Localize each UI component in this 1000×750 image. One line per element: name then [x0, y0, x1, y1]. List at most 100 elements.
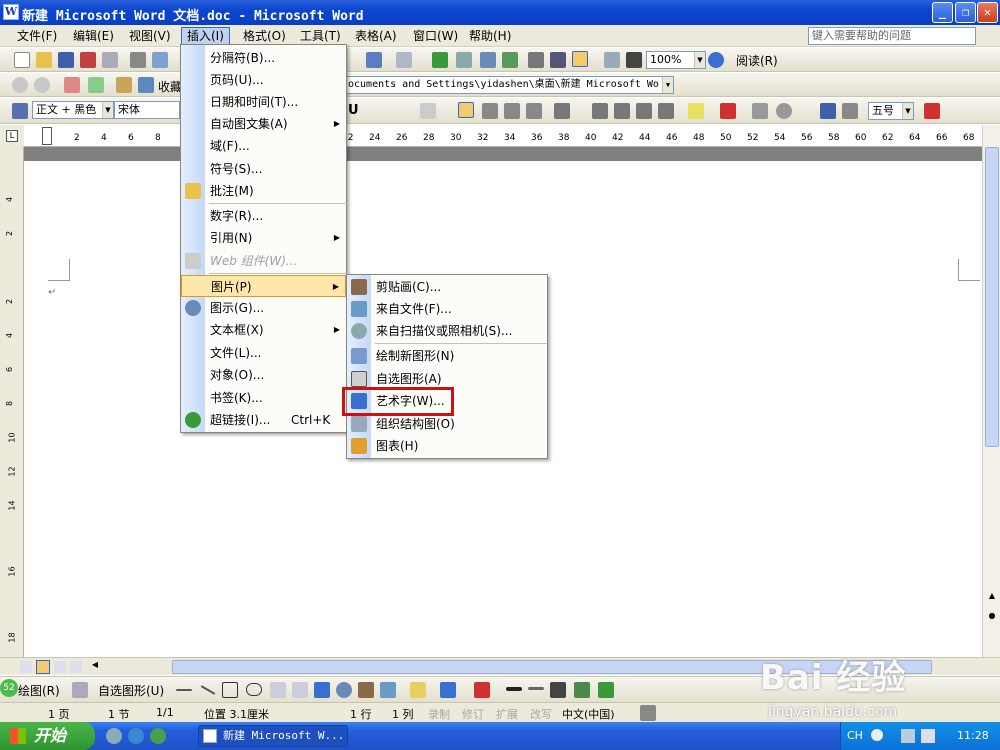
vertical-scrollbar[interactable]: ▲ ●	[982, 125, 1000, 657]
menu-item-from-file[interactable]: 来自文件(F)...	[347, 298, 547, 320]
title-bar[interactable]: W 新建 Microsoft Word 文档.doc - Microsoft W…	[0, 0, 1000, 25]
select-browse-object-icon[interactable]: ●	[985, 611, 999, 625]
zoom-select[interactable]: 100% ▼	[646, 51, 706, 69]
phonetic-guide-icon[interactable]	[752, 103, 768, 119]
menu-format[interactable]: 格式(O)	[238, 27, 291, 45]
menu-item-org-chart[interactable]: 组织结构图(O)	[347, 413, 547, 435]
chevron-down-icon[interactable]: ▼	[102, 102, 113, 118]
menu-view[interactable]: 视图(V)	[124, 27, 176, 45]
character-scale-icon[interactable]	[420, 103, 436, 119]
redo-icon[interactable]	[396, 52, 412, 68]
menu-item-number[interactable]: 数字(R)...	[181, 205, 346, 227]
menu-item-picture[interactable]: 图片(P) ▶	[181, 275, 346, 297]
task-word-document[interactable]: 新建 Microsoft W...	[198, 725, 348, 747]
menu-table[interactable]: 表格(A)	[350, 27, 402, 45]
quicklaunch-icon[interactable]	[106, 728, 122, 744]
chevron-down-icon[interactable]: ▼	[902, 103, 913, 119]
start-button[interactable]: 开始	[0, 722, 95, 750]
arrow-icon[interactable]	[200, 685, 216, 695]
scroll-left-icon[interactable]: ◀	[88, 660, 102, 674]
menu-item-autotext[interactable]: 自动图文集(A) ▶	[181, 113, 346, 135]
email-icon[interactable]	[102, 52, 118, 68]
home-icon[interactable]	[116, 77, 132, 93]
network-icon[interactable]	[901, 729, 915, 743]
insert-excel-icon[interactable]	[502, 52, 518, 68]
search-web-icon[interactable]	[138, 77, 154, 93]
chevron-down-icon[interactable]: ▼	[694, 52, 705, 68]
font-color-icon[interactable]	[924, 103, 940, 119]
help-tray-icon[interactable]	[871, 729, 883, 741]
menu-item-reference[interactable]: 引用(N) ▶	[181, 227, 346, 249]
line-icon[interactable]	[176, 689, 192, 691]
new-document-icon[interactable]	[14, 52, 30, 68]
outline-view-icon[interactable]	[54, 661, 66, 673]
diagram-icon[interactable]	[336, 682, 352, 698]
menu-file[interactable]: 文件(F)	[12, 27, 62, 45]
status-trk[interactable]: 修订	[462, 706, 484, 722]
insert-picture-icon[interactable]	[380, 682, 396, 698]
font-color-icon[interactable]	[474, 682, 490, 698]
prev-page-icon[interactable]: ▲	[985, 591, 999, 605]
minimize-button[interactable]: _	[932, 2, 953, 23]
menu-item-diagram[interactable]: 图示(G)...	[181, 297, 346, 319]
clipart-icon[interactable]	[358, 682, 374, 698]
line-style-icon[interactable]	[506, 687, 522, 691]
style-select[interactable]: 正文 + 黑色 ▼	[32, 101, 114, 119]
draw-menu-button[interactable]: 绘图(R)	[18, 682, 60, 699]
spelling-status-icon[interactable]	[640, 705, 656, 721]
menu-item-textbox[interactable]: 文本框(X) ▶	[181, 319, 346, 341]
horizontal-ruler[interactable]: 2 4 6 8 22 24 26 28 30 32 34 36 38 40 42…	[24, 125, 982, 147]
print-preview-icon[interactable]	[152, 52, 168, 68]
indent-marker[interactable]	[42, 127, 52, 145]
shadow-icon[interactable]	[574, 682, 590, 698]
open-folder-icon[interactable]	[36, 52, 52, 68]
language-indicator[interactable]: CH	[847, 729, 863, 742]
menu-item-clipart[interactable]: 剪贴画(C)...	[347, 276, 547, 298]
align-center-icon[interactable]	[482, 103, 498, 119]
line-spacing-icon[interactable]	[554, 103, 570, 119]
help-icon[interactable]	[708, 52, 724, 68]
close-button[interactable]: ✕	[977, 2, 998, 23]
tables-borders-icon[interactable]	[456, 52, 472, 68]
menu-insert[interactable]: 插入(I)	[181, 27, 230, 45]
highlight-icon[interactable]	[688, 103, 704, 119]
menu-help[interactable]: 帮助(H)	[464, 27, 516, 45]
show-hide-icon[interactable]	[604, 52, 620, 68]
ie-icon[interactable]	[128, 728, 144, 744]
menu-item-from-scanner[interactable]: 来自扫描仪或照相机(S)...	[347, 320, 547, 342]
font-color-icon[interactable]	[720, 103, 736, 119]
save-icon[interactable]	[58, 52, 74, 68]
menu-window[interactable]: 窗口(W)	[408, 27, 463, 45]
wordart-icon[interactable]	[314, 682, 330, 698]
tab-selector[interactable]: L	[0, 125, 24, 147]
rectangle-icon[interactable]	[222, 682, 238, 698]
columns-icon[interactable]	[528, 52, 544, 68]
back-icon[interactable]	[12, 77, 28, 93]
underline-icon[interactable]: U	[348, 103, 359, 118]
fill-color-icon[interactable]	[410, 682, 426, 698]
address-field[interactable]: ocuments and Settings\yidashen\桌面\新建 Mic…	[344, 76, 674, 94]
oval-icon[interactable]	[246, 683, 262, 696]
insert-hyperlink-icon[interactable]	[432, 52, 448, 68]
reading-view-icon[interactable]	[70, 661, 82, 673]
status-rec[interactable]: 录制	[428, 706, 450, 722]
3d-style-icon[interactable]	[598, 682, 614, 698]
read-button[interactable]: 阅读(R)	[736, 52, 778, 69]
menu-edit[interactable]: 编辑(E)	[68, 27, 119, 45]
align-justify-icon[interactable]	[458, 102, 474, 118]
increase-indent-icon[interactable]	[658, 103, 674, 119]
decrease-indent-icon[interactable]	[636, 103, 652, 119]
print-layout-icon[interactable]	[36, 660, 50, 674]
menu-item-field[interactable]: 域(F)...	[181, 135, 346, 157]
print-icon[interactable]	[842, 103, 858, 119]
numbering-icon[interactable]	[592, 103, 608, 119]
autoshapes-button[interactable]: 自选图形(U)	[98, 682, 164, 699]
normal-view-icon[interactable]	[20, 661, 32, 673]
status-ovr[interactable]: 改写	[530, 706, 552, 722]
status-ext[interactable]: 扩展	[496, 706, 518, 722]
document-map-icon[interactable]	[572, 51, 588, 67]
menu-item-comment[interactable]: 批注(M)	[181, 180, 346, 202]
enclose-char-icon[interactable]	[776, 103, 792, 119]
show-formatting-icon[interactable]	[626, 52, 642, 68]
vertical-textbox-icon[interactable]	[292, 682, 308, 698]
